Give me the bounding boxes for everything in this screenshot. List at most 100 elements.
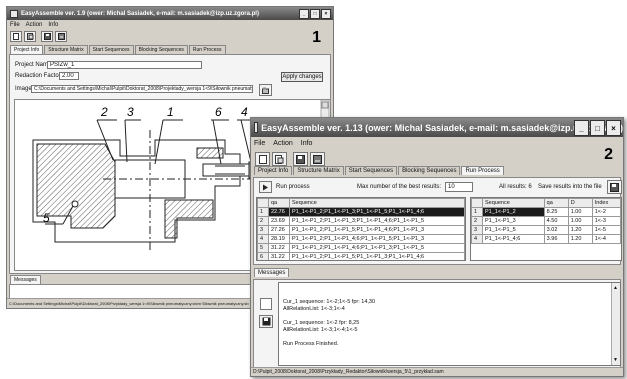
window-title: EasyAssemble ver. 1.9 (ower: Michal Sasi… bbox=[21, 10, 259, 17]
qa-cell: 28.19 bbox=[268, 234, 290, 244]
open-file-icon[interactable] bbox=[24, 31, 36, 42]
messages-scrollbar[interactable]: ▲ ▼ bbox=[611, 283, 620, 365]
row-number: 4 bbox=[257, 234, 269, 244]
clear-messages-icon[interactable] bbox=[260, 298, 272, 310]
sequence-cell: P1_1<-P1_2;P1_1<-P1_3;P1_1<-P1_5;P1_1<-P… bbox=[289, 207, 465, 217]
qa-cell: 27.26 bbox=[268, 225, 290, 235]
column-header-qa: qa bbox=[268, 198, 290, 208]
index-cell: 1<-4 bbox=[591, 234, 621, 244]
menu-info[interactable]: Info bbox=[301, 140, 313, 147]
row-number: 1 bbox=[257, 207, 269, 217]
message-line: Cur_1 sequence: 1<-2 fpr: 8,25 bbox=[283, 320, 360, 326]
row-number: 3 bbox=[471, 225, 483, 235]
browse-image-icon[interactable] bbox=[259, 84, 272, 96]
sequence-cell: P1_1<-P1_2;P1_1<-P1_4;6;P1_1<-P1_3;P1_1<… bbox=[289, 243, 465, 253]
row-number: 2 bbox=[471, 216, 483, 226]
table-row[interactable]: 4 P1_1<-P1_4;6 3.96 1.20 1<-4 bbox=[471, 234, 621, 244]
tab-structure-matrix[interactable]: Structure Matrix bbox=[44, 45, 88, 54]
message-line bbox=[283, 313, 375, 320]
index-cell: 1<-2 bbox=[591, 207, 621, 217]
qa-cell: 23.69 bbox=[268, 216, 290, 226]
maximize-button[interactable]: □ bbox=[590, 120, 605, 136]
menu-info[interactable]: Info bbox=[48, 22, 58, 28]
menu-file[interactable]: File bbox=[10, 22, 20, 28]
window-title: EasyAssemble ver. 1.13 (ower: Michal Sas… bbox=[261, 122, 623, 133]
title-bar: EasyAssemble ver. 1.9 (ower: Michal Sasi… bbox=[7, 7, 333, 20]
sequence-cell: P1_1<-P1_2;P1_1<-P1_4;6;P1_1<-P1_5;P1_1<… bbox=[289, 234, 465, 244]
tab-project-info[interactable]: Project Info bbox=[10, 45, 44, 54]
tab-run-process[interactable]: Run Process bbox=[461, 166, 504, 175]
message-line: Cur_1 sequence: 1<-2;1<-5 fpr: 14,30 bbox=[283, 299, 376, 305]
run-process-label: Run process bbox=[276, 184, 310, 190]
save-as-icon[interactable] bbox=[310, 152, 325, 166]
close-button[interactable]: × bbox=[321, 9, 331, 19]
d-cell: 1.20 bbox=[567, 225, 593, 235]
table-row[interactable]: 1 22.76 P1_1<-P1_2;P1_1<-P1_3;P1_1<-P1_5;P… bbox=[257, 207, 465, 217]
close-button[interactable]: × bbox=[606, 120, 621, 136]
table-row[interactable]: 3 27.26 P1_1<-P1_2;P1_1<-P1_5;P1_1<-P1_4;6… bbox=[257, 225, 465, 235]
table-row[interactable]: 2 P1_1<-P1_3 4.50 1.00 1<-3 bbox=[471, 216, 621, 226]
tab-blocking-sequences[interactable]: Blocking Sequences bbox=[398, 166, 461, 175]
tab-start-sequences[interactable]: Start Sequences bbox=[344, 166, 398, 175]
drawing-label-3: 3 bbox=[127, 105, 134, 119]
image-path-field[interactable]: C:\Documents and Settings\Michal\Pulpit\… bbox=[31, 85, 253, 93]
sequence-details-table: Sequence qa D Index 1 P1_1<-P1_2 8.25 1.00 1… bbox=[470, 197, 622, 261]
message-line: AllRelationList: 1<-3;1<-4 bbox=[283, 306, 345, 312]
sequence-cell: P1_1<-P1_3 bbox=[482, 216, 545, 226]
minimize-button[interactable]: _ bbox=[574, 120, 589, 136]
minimize-button[interactable]: _ bbox=[299, 9, 309, 19]
save-results-icon[interactable] bbox=[607, 180, 622, 194]
messages-log: Cur_1 sequence: 1<-2;1<-5 fpr: 14,30 AllR… bbox=[278, 282, 621, 366]
figure-number-label: 2 bbox=[604, 146, 613, 163]
tab-structure-matrix[interactable]: Structure Matrix bbox=[293, 166, 344, 175]
sequence-cell: P1_1<-P1_2;P1_1<-P1_3;P1_1<-P1_4;6;P1_1<… bbox=[289, 216, 465, 226]
message-line: Run Process Finished. bbox=[283, 341, 339, 347]
tab-project-info[interactable]: Project Info bbox=[254, 166, 293, 175]
open-file-icon[interactable] bbox=[272, 152, 287, 166]
scroll-up-icon[interactable]: ▲ bbox=[613, 285, 618, 291]
column-header-sequence: Sequence bbox=[482, 198, 545, 208]
table-row[interactable]: 6 31.22 P1_1<-P1_2;P1_1<-P1_5;P1_1<-P1_3;P… bbox=[257, 252, 465, 260]
tab-messages[interactable]: Messages bbox=[254, 268, 290, 277]
new-file-icon[interactable] bbox=[255, 152, 270, 166]
message-line bbox=[283, 334, 375, 341]
row-number: 4 bbox=[471, 234, 483, 244]
save-as-icon[interactable] bbox=[55, 31, 67, 42]
row-number: 2 bbox=[257, 216, 269, 226]
table-row[interactable]: 3 P1_1<-P1_5 3.02 1.20 1<-5 bbox=[471, 225, 621, 235]
save-icon[interactable] bbox=[41, 31, 53, 42]
menu-file[interactable]: File bbox=[254, 140, 265, 147]
run-process-icon[interactable] bbox=[259, 181, 272, 193]
drawing-label-5: 5 bbox=[43, 211, 50, 225]
app-icon bbox=[10, 9, 18, 18]
d-cell: 1.20 bbox=[567, 234, 593, 244]
sequence-cell: P1_1<-P1_2 bbox=[482, 207, 545, 217]
maximize-button[interactable]: □ bbox=[310, 9, 320, 19]
save-results-label: Save results into the file bbox=[538, 184, 602, 190]
project-name-field[interactable]: PSIZw_1 bbox=[47, 61, 202, 69]
scroll-down-icon[interactable]: ▼ bbox=[613, 357, 618, 363]
tab-start-sequences[interactable]: Start Sequences bbox=[88, 45, 134, 54]
tab-blocking-sequences[interactable]: Blocking Sequences bbox=[134, 45, 188, 54]
all-results-count: All results: 6 bbox=[499, 184, 532, 190]
qa-cell: 3.96 bbox=[543, 234, 569, 244]
row-number: 6 bbox=[257, 252, 269, 260]
table-row[interactable]: 1 P1_1<-P1_2 8.25 1.00 1<-2 bbox=[471, 207, 621, 217]
title-bar: EasyAssemble ver. 1.13 (ower: Michal Sas… bbox=[251, 118, 623, 137]
new-file-icon[interactable] bbox=[10, 31, 22, 42]
menu-action[interactable]: Action bbox=[273, 140, 292, 147]
table-row[interactable]: 5 31.22 P1_1<-P1_2;P1_1<-P1_4;6;P1_1<-P1_3… bbox=[257, 243, 465, 253]
save-icon[interactable] bbox=[293, 152, 308, 166]
column-header-index bbox=[257, 198, 269, 208]
save-messages-icon[interactable] bbox=[259, 315, 273, 328]
redaction-factor-field[interactable]: 2.00 bbox=[59, 72, 79, 80]
tab-run-process[interactable]: Run Process bbox=[188, 45, 226, 54]
table-row[interactable]: 2 23.69 P1_1<-P1_2;P1_1<-P1_3;P1_1<-P1_4;6… bbox=[257, 216, 465, 226]
tab-messages[interactable]: Messages bbox=[10, 275, 41, 284]
drawing-label-6: 6 bbox=[215, 105, 222, 119]
message-line: AllRelationList: 1<-3;1<-4;1<-5 bbox=[283, 327, 358, 333]
table-row[interactable]: 4 28.19 P1_1<-P1_2;P1_1<-P1_4;6;P1_1<-P1_5… bbox=[257, 234, 465, 244]
menu-action[interactable]: Action bbox=[26, 22, 43, 28]
max-results-field[interactable]: 10 bbox=[445, 182, 473, 192]
apply-changes-button[interactable]: Apply changes bbox=[281, 72, 323, 82]
